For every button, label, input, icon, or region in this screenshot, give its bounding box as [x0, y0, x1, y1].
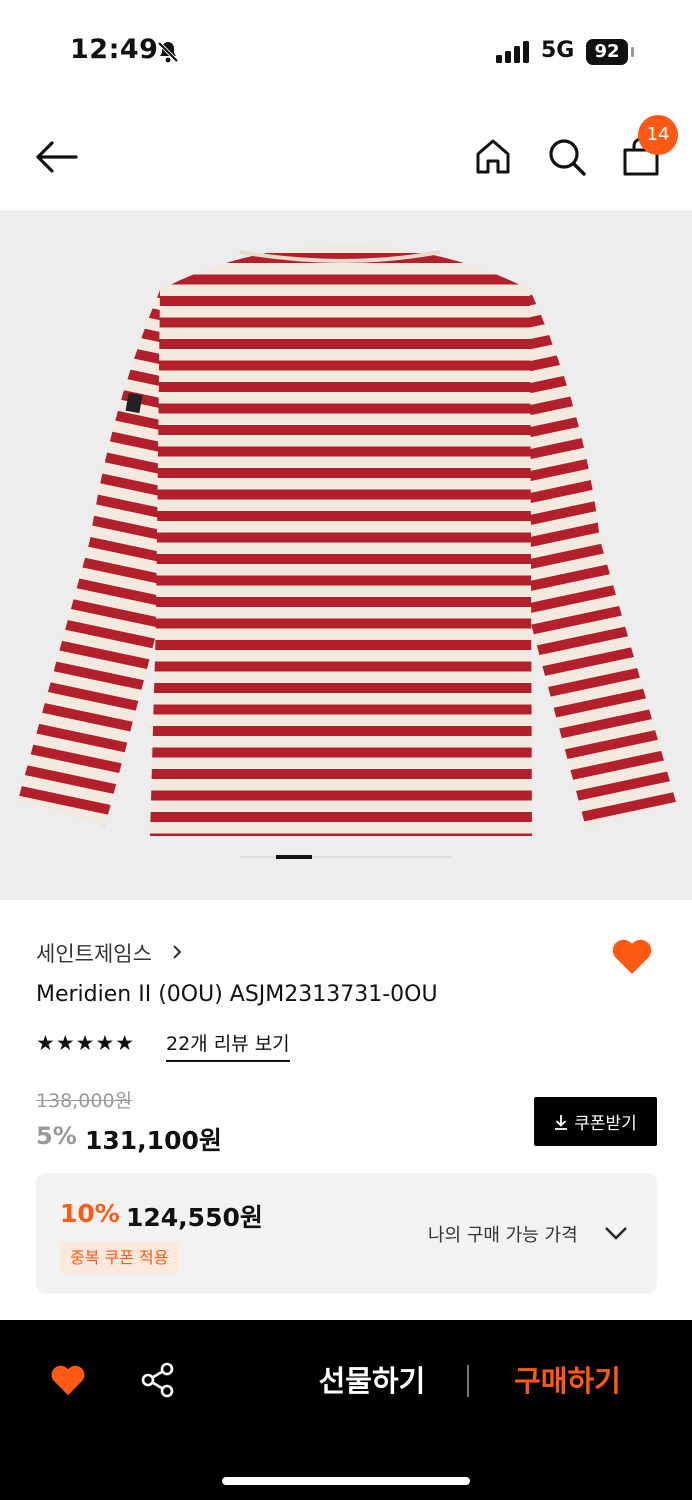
rating-stars: ★★★★★ [36, 1031, 136, 1055]
chevron-right-icon [173, 945, 182, 959]
sale-price: 131,100원 [85, 1126, 222, 1155]
gallery-pager-track [240, 856, 452, 858]
home-indicator [222, 1477, 470, 1485]
product-image [18, 244, 676, 836]
network-label: 5G [541, 38, 575, 63]
battery-tip [631, 47, 634, 57]
bell-slash-icon [157, 41, 179, 63]
product-name: Meridien II (0OU) ASJM2313731-0OU [36, 982, 438, 1007]
my-price-value: 124,550원 [126, 1203, 263, 1232]
wishlist-heart-icon[interactable] [611, 938, 653, 976]
home-icon[interactable] [474, 137, 512, 175]
download-icon [555, 1114, 568, 1130]
gallery-pager-indicator [276, 855, 312, 859]
brand-link[interactable]: 세인트제임스 [36, 938, 152, 968]
my-price-label[interactable]: 나의 구매 가능 가격 [428, 1221, 578, 1247]
chevron-down-icon[interactable] [603, 1224, 629, 1242]
bottom-action-bar [0, 1320, 692, 1500]
status-bar: 12:49 5G 92 [0, 0, 692, 100]
coupon-button-label: 쿠폰받기 [574, 1114, 637, 1134]
signal-icon [496, 41, 529, 63]
stacked-coupon-badge: 중복 쿠폰 적용 [60, 1242, 179, 1273]
status-time: 12:49 [70, 34, 159, 65]
original-price: 138,000원 [36, 1090, 133, 1112]
wishlist-heart-icon[interactable] [50, 1364, 86, 1397]
my-price-rate: 10% [60, 1199, 120, 1228]
discount-rate: 5% [36, 1122, 77, 1150]
buy-button[interactable]: 구매하기 [490, 1358, 645, 1404]
battery-indicator: 92 [586, 39, 628, 65]
review-link[interactable]: 22개 리뷰 보기 [166, 1029, 290, 1062]
share-icon[interactable] [140, 1362, 176, 1398]
cart-count-badge[interactable]: 14 [638, 115, 678, 155]
coupon-download-button[interactable]: 쿠폰받기 [534, 1097, 657, 1146]
bottom-divider [467, 1365, 469, 1397]
gift-button[interactable]: 선물하기 [292, 1358, 452, 1404]
top-nav [0, 100, 692, 210]
back-arrow-icon[interactable] [34, 139, 78, 175]
search-icon[interactable] [547, 137, 587, 177]
product-image-gallery[interactable] [0, 210, 692, 900]
